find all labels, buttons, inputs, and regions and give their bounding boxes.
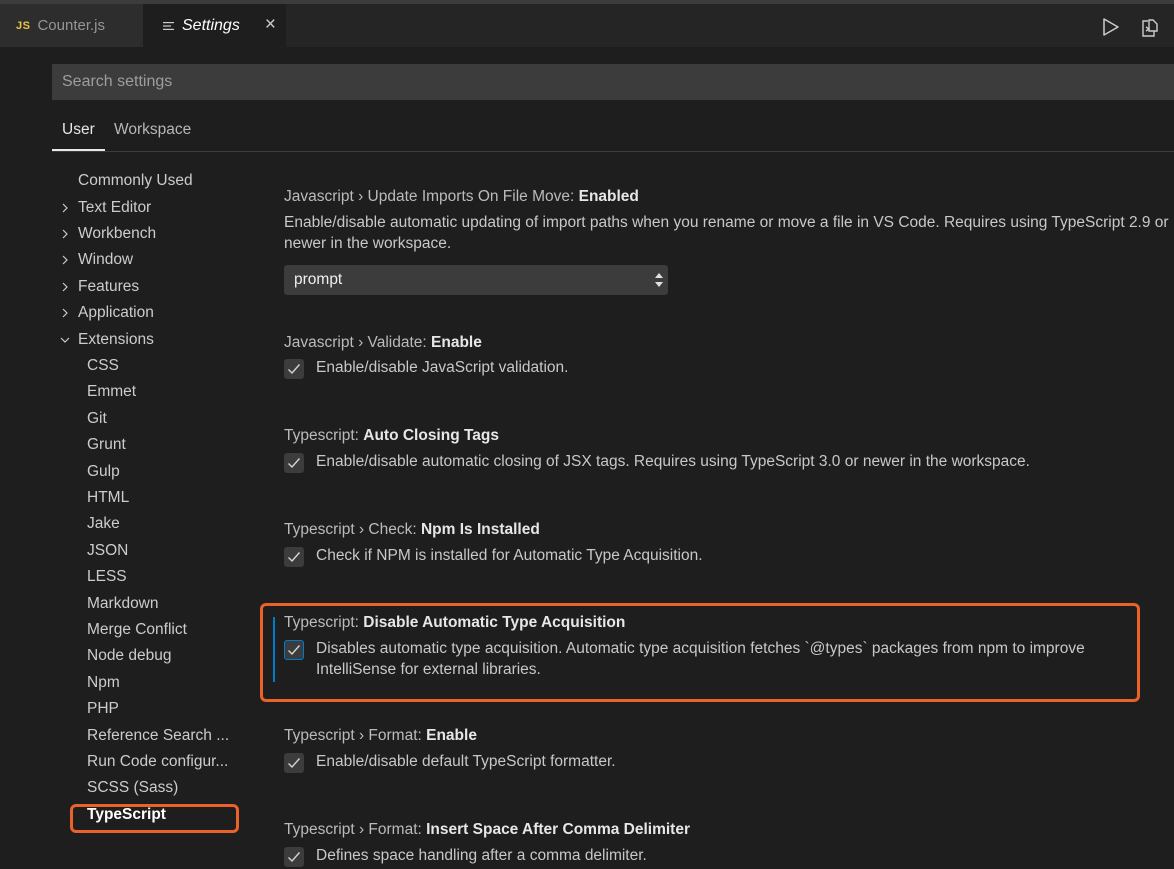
toc-item-application[interactable]: Application [78, 302, 154, 324]
setting-title: Javascript › Validate: Enable [284, 334, 482, 352]
toc-ext-jake[interactable]: Jake [87, 513, 120, 535]
toc-item-workbench[interactable]: Workbench [78, 223, 156, 245]
setting-title: Typescript › Format: Enable [284, 727, 477, 745]
toc-ext-grunt[interactable]: Grunt [87, 434, 126, 456]
search-settings-bar[interactable] [52, 64, 1174, 100]
setting-description: Enable/disable default TypeScript format… [316, 751, 616, 772]
search-settings-input[interactable] [60, 72, 1174, 92]
setting-description: Enable/disable automatic closing of JSX … [316, 451, 1030, 472]
open-settings-json-icon[interactable] [1140, 18, 1160, 38]
npm-is-installed-checkbox[interactable] [284, 547, 304, 567]
tab-user[interactable]: User [62, 121, 95, 139]
format-enable-checkbox[interactable] [284, 753, 304, 773]
chevron-right-icon[interactable] [60, 282, 70, 292]
checkmark-icon [287, 550, 301, 564]
setting-title: Typescript › Check: Npm Is Installed [284, 521, 540, 539]
close-icon[interactable]: × [265, 15, 276, 34]
auto-closing-tags-checkbox[interactable] [284, 453, 304, 473]
toc-item-extensions[interactable]: Extensions [78, 329, 154, 351]
tab-settings[interactable]: Settings × [143, 4, 286, 47]
toc-ext-npm[interactable]: Npm [87, 672, 120, 694]
update-imports-select[interactable]: prompt [284, 265, 668, 295]
select-value: prompt [294, 271, 342, 289]
setting-title: Typescript › Format: Insert Space After … [284, 821, 690, 839]
tab-label: Counter.js [37, 17, 105, 34]
toc-ext-gulp[interactable]: Gulp [87, 461, 120, 483]
toc-item-text-editor[interactable]: Text Editor [78, 197, 151, 219]
insert-space-after-comma-checkbox[interactable] [284, 847, 304, 867]
toc-ext-git[interactable]: Git [87, 408, 107, 430]
settings-lines-icon [163, 21, 174, 31]
run-icon[interactable] [1102, 18, 1120, 36]
checkmark-icon [287, 456, 301, 470]
setting-description-cont: newer in the workspace. [284, 233, 1174, 254]
toc-ext-html[interactable]: HTML [87, 487, 129, 509]
chevron-right-icon[interactable] [60, 308, 70, 318]
checkmark-icon [287, 756, 301, 770]
setting-title: Typescript: Auto Closing Tags [284, 427, 499, 445]
active-tab-underline [52, 149, 105, 151]
toc-item-window[interactable]: Window [78, 249, 133, 271]
chevron-right-icon[interactable] [60, 255, 70, 265]
checkmark-icon [287, 850, 301, 864]
toc-item-features[interactable]: Features [78, 276, 139, 298]
toc-ext-json[interactable]: JSON [87, 540, 128, 562]
chevron-right-icon[interactable] [60, 229, 70, 239]
chevron-right-icon[interactable] [60, 203, 70, 213]
toc-ext-scss[interactable]: SCSS (Sass) [87, 777, 178, 799]
toc-ext-reference-search[interactable]: Reference Search ... [87, 725, 229, 747]
javascript-file-icon: JS [16, 20, 30, 32]
setting-title: Javascript › Update Imports On File Move… [284, 188, 639, 206]
chevron-down-icon[interactable] [60, 335, 70, 345]
highlight-box-setting [260, 603, 1140, 702]
setting-description: Enable/disable JavaScript validation. [316, 357, 568, 378]
tab-counter-js[interactable]: JS Counter.js [0, 4, 143, 47]
validate-enable-checkbox[interactable] [284, 359, 304, 379]
toc-ext-run-code[interactable]: Run Code configur... [87, 751, 228, 773]
editor-tab-bar: JS Counter.js Settings × [0, 4, 1174, 47]
toc-ext-php[interactable]: PHP [87, 698, 119, 720]
tab-workspace[interactable]: Workspace [114, 121, 191, 139]
toc-ext-node-debug[interactable]: Node debug [87, 645, 171, 667]
toc-item-commonly-used[interactable]: Commonly Used [78, 170, 193, 192]
highlight-box-toc-typescript [70, 804, 239, 833]
toc-ext-markdown[interactable]: Markdown [87, 593, 159, 615]
toc-ext-merge-conflict[interactable]: Merge Conflict [87, 619, 187, 641]
tab-label: Settings [182, 17, 240, 35]
setting-description: Check if NPM is installed for Automatic … [316, 545, 703, 566]
setting-description: Enable/disable automatic updating of imp… [284, 212, 1174, 233]
settings-scope-tabs: User Workspace [52, 116, 1174, 152]
toc-ext-emmet[interactable]: Emmet [87, 381, 136, 403]
checkmark-icon [287, 362, 301, 376]
setting-description: Defines space handling after a comma del… [316, 845, 647, 866]
toc-ext-css[interactable]: CSS [87, 355, 119, 377]
select-arrows-icon [655, 272, 663, 288]
toc-ext-less[interactable]: LESS [87, 566, 127, 588]
